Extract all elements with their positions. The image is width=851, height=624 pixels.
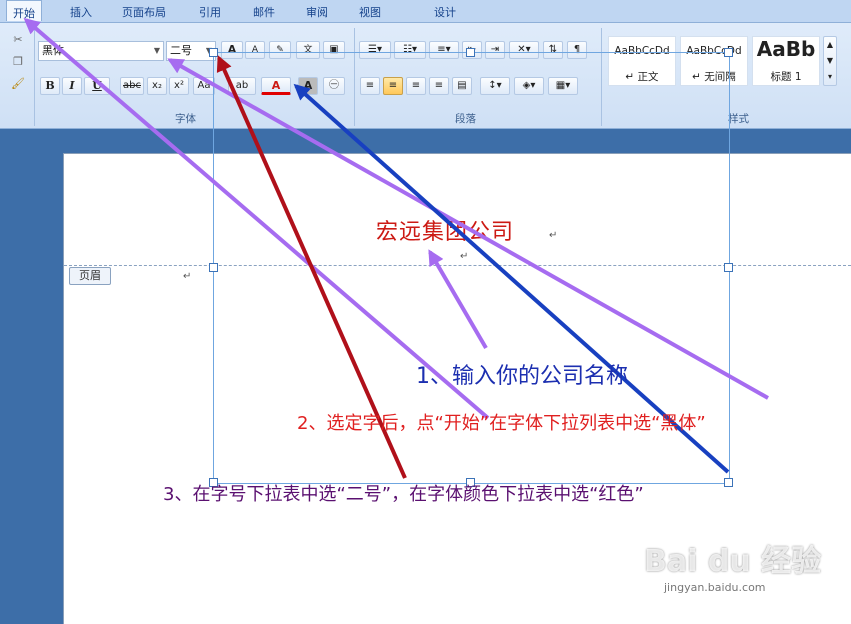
annotation-arrows [23,17,769,479]
baidu-jingyan-logo: Bai du 经验 [644,544,822,579]
annotation-step-2: 2、选定字后，点“开始”在字体下拉列表中选“黑体” [297,413,706,434]
annotation-step-1: 1、输入你的公司名称 [416,364,628,389]
arrow-to-font-name [167,58,769,400]
annotation-step-3: 3、在字号下拉表中选“二号”，在字体颜色下拉表中选“红色” [163,484,644,505]
arrow-to-company-name [428,249,488,350]
watermark-site: jingyan.baidu.com [664,581,766,594]
